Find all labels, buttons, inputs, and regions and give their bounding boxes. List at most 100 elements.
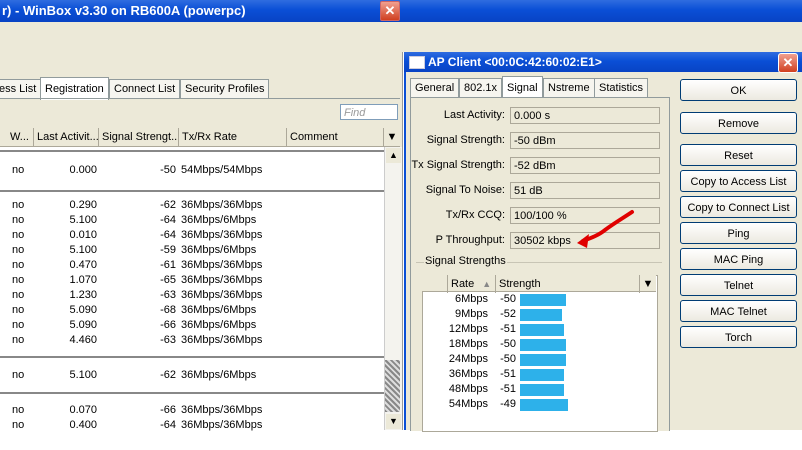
group-separator (0, 392, 384, 394)
cell-signal-strength: -62 (160, 199, 176, 211)
ss-rate: 6Mbps (454, 293, 488, 305)
tab-security-profiles[interactable]: Security Profiles (180, 79, 270, 99)
mac-telnet-button[interactable]: MAC Telnet (680, 300, 797, 322)
table-row[interactable]: no 5.100 -62 36Mbps/6Mbps (0, 368, 384, 383)
tab-signal[interactable]: Signal (502, 76, 543, 99)
col-rate[interactable]: Rate ▲ (448, 275, 496, 293)
cell-txrx-rate: 36Mbps/6Mbps (181, 369, 257, 381)
col-w[interactable]: W... (7, 128, 34, 146)
signal-strengths-label: Signal Strengths (424, 255, 507, 267)
cell-last-activity: 0.070 (69, 404, 97, 416)
ss-rate: 36Mbps (448, 368, 488, 380)
ss-strength-value: -49 (500, 398, 516, 410)
close-icon[interactable]: ✕ (778, 53, 798, 73)
ss-strength-value: -52 (500, 308, 516, 320)
table-row[interactable]: no 0.400 -64 36Mbps/36Mbps (0, 418, 384, 433)
scroll-thumb[interactable] (385, 360, 400, 412)
tx-signal-strength-label: Tx Signal Strength: (411, 159, 505, 171)
cell-txrx-rate: 36Mbps/6Mbps (181, 304, 257, 316)
scroll-up-icon[interactable]: ▲ (386, 148, 401, 163)
table-row[interactable]: no 5.100 -59 36Mbps/6Mbps (0, 243, 384, 258)
tab-panel-border (0, 98, 400, 99)
cell-signal-strength: -64 (160, 214, 176, 226)
cell-last-activity: 5.100 (69, 369, 97, 381)
table-row[interactable]: no 0.010 -64 36Mbps/36Mbps (0, 228, 384, 243)
cell-w: no (12, 419, 25, 431)
tab-nstreme[interactable]: Nstreme (543, 78, 595, 98)
list-item[interactable]: 24Mbps -50 (422, 352, 656, 367)
tab-registration[interactable]: Registration (40, 77, 109, 100)
cell-last-activity: 0.000 (69, 164, 97, 176)
tab-access-list[interactable]: ess List (0, 79, 42, 99)
ss-strength-bar (520, 399, 568, 411)
tab-statistics[interactable]: Statistics (594, 78, 649, 98)
scroll-down-icon[interactable]: ▼ (386, 414, 401, 429)
telnet-button[interactable]: Telnet (680, 274, 797, 296)
list-item[interactable]: 18Mbps -50 (422, 337, 656, 352)
cell-txrx-rate: 36Mbps/6Mbps (181, 244, 257, 256)
main-titlebar[interactable]: r) - WinBox v3.30 on RB600A (powerpc) (0, 0, 802, 22)
signal-strength-value: -50 dBm (510, 132, 660, 149)
table-row[interactable]: no 1.070 -65 36Mbps/36Mbps (0, 273, 384, 288)
column-menu-icon[interactable]: ▼ (384, 128, 400, 146)
cell-signal-strength: -65 (160, 274, 176, 286)
reset-button[interactable]: Reset (680, 144, 797, 166)
list-item[interactable]: 54Mbps -49 (422, 397, 656, 412)
list-item[interactable]: 36Mbps -51 (422, 367, 656, 382)
ss-rate: 12Mbps (448, 323, 488, 335)
cell-txrx-rate: 36Mbps/36Mbps (181, 199, 263, 211)
table-row[interactable]: no 5.100 -64 36Mbps/6Mbps (0, 213, 384, 228)
col-signal-strength[interactable]: Signal Strengt... (99, 128, 179, 146)
ss-strength-bar (520, 324, 564, 336)
mac-ping-button[interactable]: MAC Ping (680, 248, 797, 270)
col-last-activity[interactable]: Last Activit... (34, 128, 99, 146)
torch-button[interactable]: Torch (680, 326, 797, 348)
table-row[interactable]: no 1.230 -63 36Mbps/36Mbps (0, 288, 384, 303)
cell-w: no (12, 214, 25, 226)
cell-txrx-rate: 36Mbps/36Mbps (181, 404, 263, 416)
remove-button[interactable]: Remove (680, 112, 797, 134)
list-item[interactable]: 9Mbps -52 (422, 307, 656, 322)
ss-rate: 24Mbps (448, 353, 488, 365)
col-strength[interactable]: Strength (496, 275, 640, 293)
tx-signal-strength-value: -52 dBm (510, 157, 660, 174)
table-row[interactable]: no 0.070 -66 36Mbps/36Mbps (0, 403, 384, 418)
cell-last-activity: 0.010 (69, 229, 97, 241)
copy-to-access-list-button[interactable]: Copy to Access List (680, 170, 797, 192)
ok-button[interactable]: OK (680, 79, 797, 101)
ap-client-titlebar[interactable]: AP Client <00:0C:42:60:02:E1> (404, 52, 802, 72)
table-row[interactable]: no 4.460 -63 36Mbps/36Mbps (0, 333, 384, 348)
find-input[interactable]: Find (340, 104, 398, 120)
ss-strength-value: -50 (500, 353, 516, 365)
table-row[interactable]: no 0.470 -61 36Mbps/36Mbps (0, 258, 384, 273)
ss-rate: 48Mbps (448, 383, 488, 395)
list-item[interactable]: 48Mbps -51 (422, 382, 656, 397)
txrx-ccq-label: Tx/Rx CCQ: (445, 209, 505, 221)
table-row[interactable]: no 5.090 -68 36Mbps/6Mbps (0, 303, 384, 318)
table-row[interactable]: no 0.000 -50 54Mbps/54Mbps (0, 163, 384, 178)
close-icon[interactable]: ✕ (380, 1, 400, 21)
list-item[interactable]: 12Mbps -51 (422, 322, 656, 337)
table-row[interactable]: no 0.290 -62 36Mbps/36Mbps (0, 198, 384, 213)
table-row[interactable]: no 5.090 -66 36Mbps/6Mbps (0, 318, 384, 333)
cell-last-activity: 1.230 (69, 289, 97, 301)
col-comment[interactable]: Comment (287, 128, 384, 146)
group-separator (0, 150, 384, 152)
copy-to-connect-list-button[interactable]: Copy to Connect List (680, 196, 797, 218)
col-txrx-rate[interactable]: Tx/Rx Rate (179, 128, 287, 146)
tab-8021x[interactable]: 802.1x (459, 78, 503, 98)
list-item[interactable]: 6Mbps -50 (422, 292, 656, 307)
signal-to-noise-value: 51 dB (510, 182, 660, 199)
ss-rate: 54Mbps (448, 398, 488, 410)
column-menu-icon[interactable]: ▼ (640, 275, 656, 293)
cell-w: no (12, 229, 25, 241)
tab-general[interactable]: General (410, 78, 460, 98)
cell-w: no (12, 319, 25, 331)
tab-connect-list[interactable]: Connect List (109, 79, 181, 99)
ping-button[interactable]: Ping (680, 222, 797, 244)
cell-w: no (12, 259, 25, 271)
ss-strength-bar (520, 309, 562, 321)
signal-to-noise-label: Signal To Noise: (425, 184, 505, 196)
cell-txrx-rate: 36Mbps/36Mbps (181, 229, 263, 241)
cell-w: no (12, 244, 25, 256)
